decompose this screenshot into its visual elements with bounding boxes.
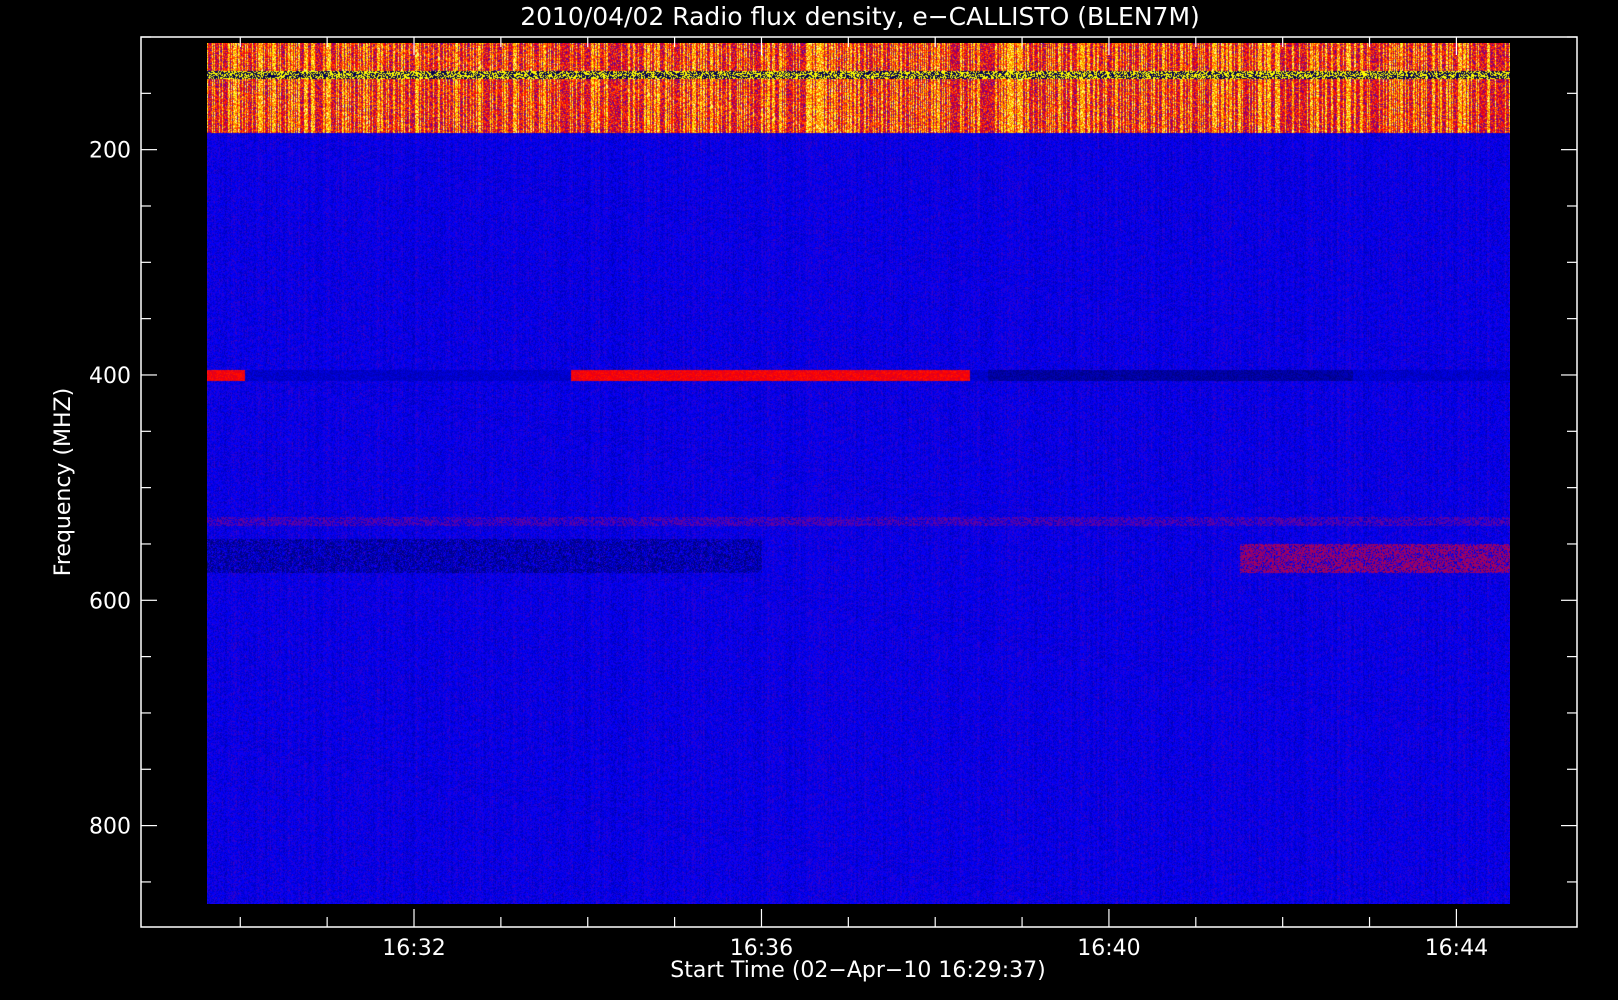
- x-tick-label: 16:44: [1425, 936, 1488, 961]
- y-axis-label: Frequency (MHZ): [51, 388, 76, 576]
- chart-title: 2010/04/02 Radio flux density, e−CALLIST…: [520, 2, 1200, 31]
- x-tick-label: 16:40: [1077, 936, 1140, 961]
- y-tick-label: 600: [89, 589, 131, 614]
- spectrogram-chart: 2010/04/02 Radio flux density, e−CALLIST…: [0, 0, 1618, 1000]
- y-tick-label: 400: [89, 364, 131, 389]
- plot-area: [207, 43, 1510, 904]
- x-axis-label: Start Time (02−Apr−10 16:29:37): [670, 958, 1045, 983]
- x-tick-label: 16:32: [382, 936, 445, 961]
- y-tick-label: 200: [89, 139, 131, 164]
- spectrogram-image: [207, 43, 1510, 904]
- y-tick-label: 800: [89, 815, 131, 840]
